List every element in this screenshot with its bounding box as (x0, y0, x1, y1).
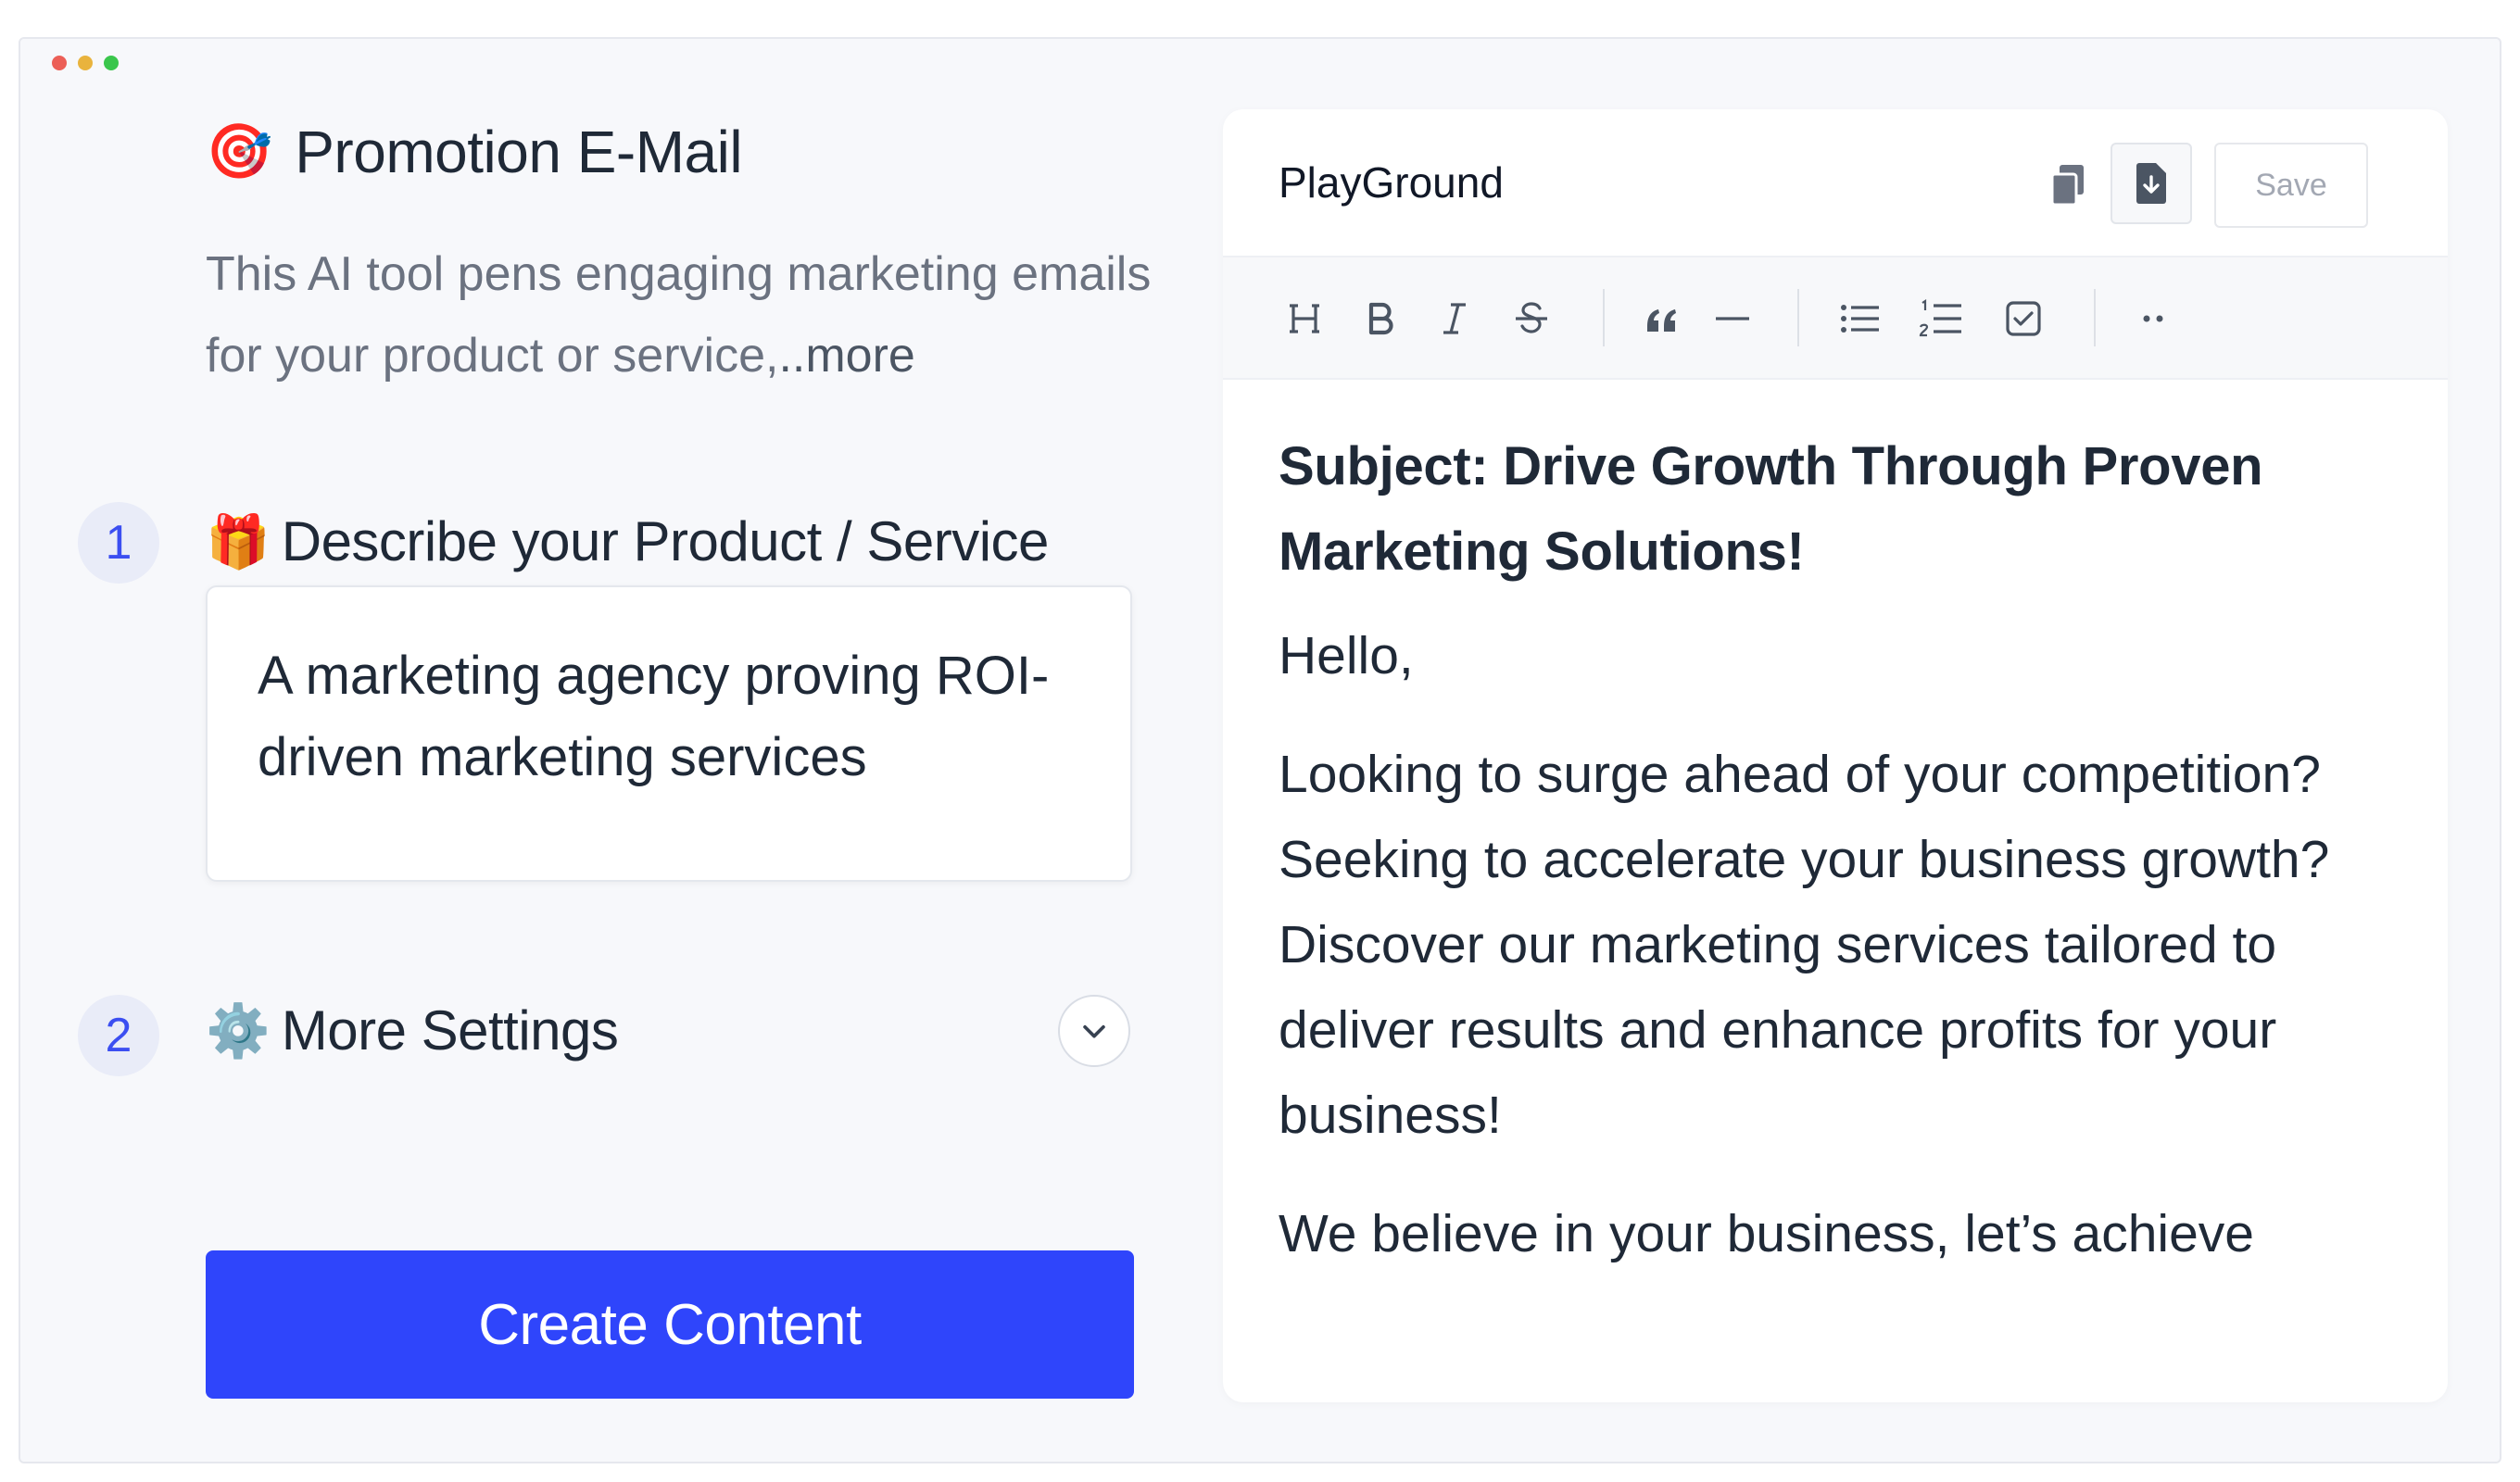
more-settings-label: More Settings (281, 999, 619, 1061)
strikethrough-icon (1516, 302, 1547, 333)
bold-button[interactable] (1354, 293, 1406, 345)
step-number-1: 1 (78, 502, 159, 584)
save-button[interactable]: Save (2214, 143, 2368, 228)
create-content-button[interactable]: Create Content (206, 1250, 1134, 1399)
bullet-list-button[interactable] (1834, 293, 1886, 345)
document-content[interactable]: Subject: Drive Growth Through Proven Mar… (1279, 424, 2418, 1310)
tool-description-text: This AI tool pens engaging marketing ema… (206, 247, 1152, 383)
toolbar-divider (2094, 289, 2096, 346)
bold-icon (1368, 302, 1393, 335)
download-button[interactable] (2110, 143, 2192, 224)
numbered-list-button[interactable] (1916, 293, 1968, 345)
app-window: 🎯 Promotion E-Mail This AI tool pens eng… (19, 37, 2501, 1463)
toolbar-divider (1603, 289, 1605, 346)
target-icon: 🎯 (206, 121, 273, 182)
horizontal-rule-button[interactable] (1707, 293, 1758, 345)
step-label-settings[interactable]: ⚙️ More Settings (206, 998, 619, 1062)
step-label-text: Describe your Product / Service (281, 510, 1050, 572)
quote-button[interactable] (1636, 293, 1688, 345)
playground-title: PlayGround (1279, 158, 1504, 207)
email-paragraph: Looking to surge ahead of your competiti… (1279, 745, 2330, 1145)
checklist-button[interactable] (1997, 293, 2049, 345)
numbered-list-icon (1919, 298, 1961, 337)
heading-button[interactable] (1279, 293, 1330, 345)
checklist-icon (2006, 301, 2041, 336)
gear-icon: ⚙️ (206, 1000, 271, 1060)
tool-title-text: Promotion E-Mail (295, 119, 743, 185)
playground-header: PlayGround Save (1223, 109, 2448, 257)
step-label-product: 🎁 Describe your Product / Service (206, 509, 1049, 573)
strikethrough-button[interactable] (1506, 293, 1557, 345)
horizontal-rule-icon (1716, 317, 1749, 320)
heading-icon (1290, 304, 1319, 333)
gift-icon: 🎁 (206, 511, 271, 571)
tool-title: 🎯 Promotion E-Mail (206, 118, 743, 186)
email-subject: Subject: Drive Growth Through Proven Mar… (1279, 436, 2263, 582)
copy-icon (2050, 165, 2084, 207)
bullet-list-icon (1841, 305, 1879, 333)
minimize-window-dot[interactable] (78, 56, 93, 70)
email-greeting: Hello, (1279, 626, 1414, 685)
window-controls (52, 56, 119, 70)
editor-toolbar (1223, 257, 2448, 380)
close-window-dot[interactable] (52, 56, 67, 70)
more-link[interactable]: ..more (778, 329, 914, 383)
toolbar-divider (1797, 289, 1799, 346)
expand-settings-button[interactable] (1058, 995, 1130, 1067)
quote-icon (1647, 309, 1676, 332)
playground-panel: PlayGround Save Subject: Drive Growth Th… (1223, 109, 2448, 1402)
download-icon (2136, 163, 2166, 204)
copy-button[interactable] (2040, 157, 2096, 213)
maximize-window-dot[interactable] (104, 56, 119, 70)
italic-button[interactable] (1429, 293, 1480, 345)
more-options-button[interactable] (2127, 293, 2179, 345)
step-number-2: 2 (78, 995, 159, 1076)
italic-icon (1443, 303, 1466, 334)
product-description-input[interactable]: A marketing agency proving ROI-driven ma… (206, 585, 1132, 882)
email-paragraph: We believe in your business, let’s achie… (1279, 1204, 2254, 1263)
more-icon (2143, 315, 2163, 322)
tool-description: This AI tool pens engaging marketing ema… (206, 233, 1169, 396)
chevron-down-icon (1083, 1024, 1105, 1038)
